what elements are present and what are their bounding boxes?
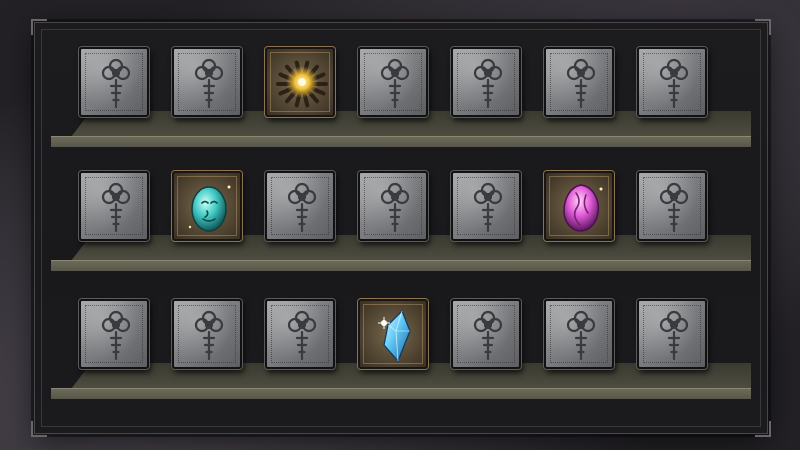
locked-relic-slot[interactable]	[451, 299, 521, 369]
locked-relic-slot[interactable]	[172, 299, 242, 369]
frame-corner	[755, 19, 771, 35]
locked-relic-slot[interactable]	[637, 299, 707, 369]
locked-relic-slot[interactable]	[358, 171, 428, 241]
locked-relic-slot[interactable]	[79, 47, 149, 117]
locked-relic-slot[interactable]	[544, 299, 614, 369]
collection-panel	[31, 19, 771, 437]
frame-corner	[755, 421, 771, 437]
locked-relic-slot[interactable]	[637, 47, 707, 117]
locked-relic-slot[interactable]	[79, 299, 149, 369]
locked-relic-slot[interactable]	[79, 171, 149, 241]
locked-relic-slot[interactable]	[265, 299, 335, 369]
relic-slot[interactable]	[265, 47, 335, 117]
relic-slot[interactable]	[358, 299, 428, 369]
locked-relic-slot[interactable]	[172, 47, 242, 117]
locked-relic-slot[interactable]	[265, 171, 335, 241]
locked-relic-slot[interactable]	[637, 171, 707, 241]
locked-relic-slot[interactable]	[451, 47, 521, 117]
frame-corner	[31, 19, 47, 35]
locked-relic-slot[interactable]	[544, 47, 614, 117]
frame-corner	[31, 421, 47, 437]
locked-relic-slot[interactable]	[451, 171, 521, 241]
locked-relic-slot[interactable]	[358, 47, 428, 117]
relic-slot[interactable]	[544, 171, 614, 241]
relic-slot[interactable]	[172, 171, 242, 241]
